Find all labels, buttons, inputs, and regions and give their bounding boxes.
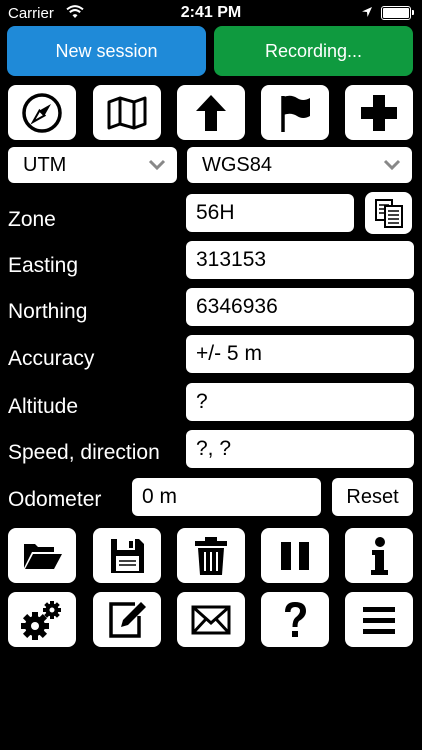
chevron-down-icon	[148, 159, 166, 171]
help-button[interactable]	[261, 592, 329, 647]
altitude-label: Altitude	[8, 395, 79, 418]
info-button[interactable]	[345, 528, 413, 583]
arrow-up-icon	[196, 94, 226, 131]
save-icon	[111, 538, 144, 573]
menu-icon	[363, 606, 395, 634]
flag-icon	[281, 95, 310, 132]
speed-direction-field[interactable]: ?, ?	[186, 430, 414, 468]
projection-value: UTM	[23, 153, 67, 176]
trash-icon	[195, 536, 227, 575]
reset-button[interactable]: Reset	[332, 478, 413, 516]
email-button[interactable]	[177, 592, 245, 647]
projection-select[interactable]: UTM	[8, 147, 177, 183]
location-arrow-icon	[362, 7, 372, 17]
northing-label: Northing	[8, 300, 88, 323]
direction-button[interactable]	[177, 85, 245, 140]
edit-icon	[109, 601, 146, 638]
zone-field[interactable]: 56H	[186, 194, 354, 232]
zone-label: Zone	[8, 208, 56, 231]
compass-icon	[22, 92, 62, 133]
edit-button[interactable]	[93, 592, 161, 647]
easting-field[interactable]: 313153	[186, 241, 414, 279]
help-icon	[285, 601, 306, 637]
accuracy-field[interactable]: +/- 5 m	[186, 335, 414, 373]
recording-button[interactable]: Recording...	[214, 26, 413, 76]
copy-icon	[374, 199, 403, 228]
speed-direction-label: Speed, direction	[8, 441, 160, 464]
settings-gears-icon	[21, 600, 61, 640]
menu-button[interactable]	[345, 592, 413, 647]
map-icon	[107, 96, 147, 129]
waypoint-flag-button[interactable]	[261, 85, 329, 140]
battery-icon	[381, 6, 414, 20]
status-bar: Carrier 2:41 PM	[0, 0, 422, 26]
add-button[interactable]	[345, 85, 413, 140]
odometer-field[interactable]: 0 m	[132, 478, 321, 516]
new-session-button[interactable]: New session	[7, 26, 206, 76]
info-icon	[371, 536, 388, 575]
pause-button[interactable]	[261, 528, 329, 583]
mail-icon	[191, 605, 231, 634]
compass-button[interactable]	[8, 85, 76, 140]
clock: 2:41 PM	[180, 4, 242, 21]
datum-value: WGS84	[202, 153, 273, 176]
odometer-label: Odometer	[8, 488, 102, 511]
open-button[interactable]	[8, 528, 76, 583]
accuracy-label: Accuracy	[8, 347, 95, 370]
easting-label: Easting	[8, 254, 79, 277]
chevron-down-icon	[383, 159, 401, 171]
pause-icon	[281, 541, 309, 570]
settings-button[interactable]	[8, 592, 76, 647]
northing-field[interactable]: 6346936	[186, 288, 414, 326]
folder-open-icon	[24, 543, 62, 569]
altitude-field[interactable]: ?	[186, 383, 414, 421]
copy-button[interactable]	[365, 192, 412, 234]
plus-icon	[361, 94, 397, 131]
save-button[interactable]	[93, 528, 161, 583]
datum-select[interactable]: WGS84	[187, 147, 412, 183]
delete-button[interactable]	[177, 528, 245, 583]
map-button[interactable]	[93, 85, 161, 140]
